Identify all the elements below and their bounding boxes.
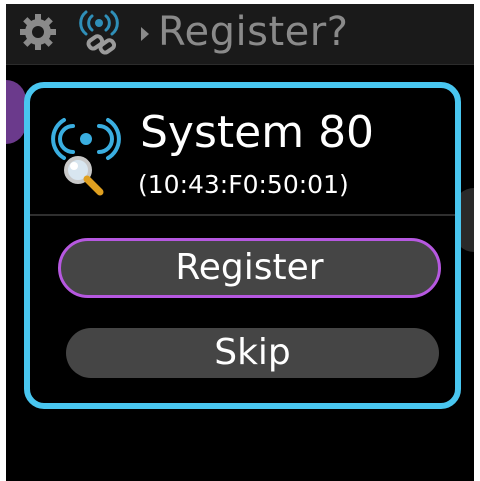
register-button[interactable]: Register bbox=[58, 238, 441, 298]
device-screen: Register? System 80 (10:43:F0:50:01) Reg… bbox=[6, 4, 474, 481]
skip-button[interactable]: Skip bbox=[66, 328, 439, 378]
page-title: Register? bbox=[158, 9, 349, 55]
register-dialog: System 80 (10:43:F0:50:01) Register Skip bbox=[24, 82, 461, 409]
device-address: (10:43:F0:50:01) bbox=[138, 170, 349, 199]
wireless-search-icon bbox=[51, 118, 121, 196]
gear-icon[interactable] bbox=[18, 12, 58, 52]
chevron-right-icon bbox=[141, 27, 149, 41]
wireless-link-icon bbox=[79, 10, 119, 55]
background-list-item-selected bbox=[6, 80, 26, 144]
divider bbox=[30, 214, 455, 216]
device-name: System 80 bbox=[140, 107, 375, 158]
header-bar: Register? bbox=[6, 4, 474, 65]
